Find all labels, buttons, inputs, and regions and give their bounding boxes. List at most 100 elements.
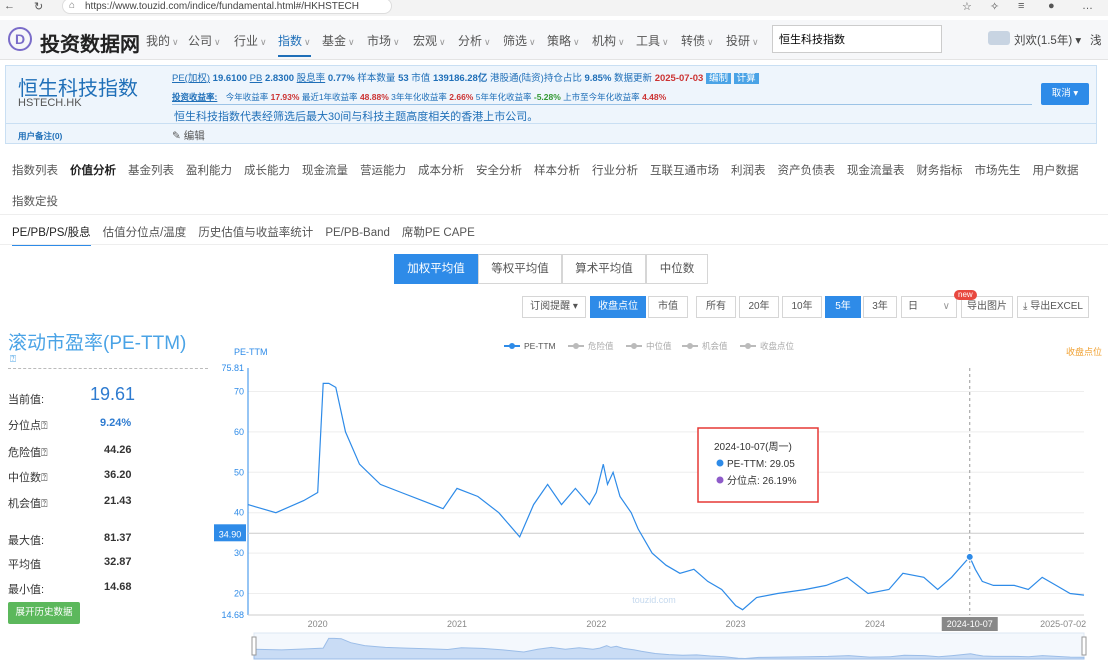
- logo-icon[interactable]: D: [8, 27, 32, 51]
- tooltip-marker: [716, 459, 724, 467]
- search-input[interactable]: [772, 25, 942, 53]
- tabs-secondary: PE/PB/PS/股息 估值分位点/温度 历史估值与收益率统计 PE/PB-Band 席…: [12, 224, 475, 246]
- brand-name[interactable]: 投资数据网: [40, 28, 140, 57]
- nav-index[interactable]: 指数 ∨: [278, 32, 311, 57]
- tab-user-data[interactable]: 用户数据: [1033, 165, 1079, 177]
- tab-growth[interactable]: 成长能力: [244, 165, 290, 177]
- tab-index-list[interactable]: 指数列表: [12, 165, 58, 177]
- pe-chart[interactable]: PE-TTM 收盘点位PE-TTM 危险值 中位值 机会值 收盘点位20304050607…: [214, 335, 1108, 662]
- help-icon: ⍰: [41, 447, 48, 459]
- y-tick-label: 30: [234, 548, 244, 558]
- divider: [6, 123, 1096, 124]
- subscribe-button[interactable]: 订阅提醒 ▾: [522, 296, 586, 318]
- pe-ttm-line: [247, 382, 1085, 611]
- tab-history-stats[interactable]: 历史估值与收益率统计: [198, 227, 313, 239]
- nav-my[interactable]: 我的 ∨: [146, 32, 179, 49]
- nav-fund[interactable]: 基金 ∨: [322, 32, 355, 49]
- nav-company[interactable]: 公司 ∨: [188, 32, 221, 49]
- y-tick-label: 70: [234, 386, 244, 396]
- pencil-icon: ✎: [172, 130, 181, 142]
- tab-fin-indicators[interactable]: 财务指标: [917, 165, 963, 177]
- tab-cape[interactable]: 席勒PE CAPE: [402, 227, 475, 239]
- tab-sample[interactable]: 样本分析: [534, 165, 580, 177]
- tab-mr-market[interactable]: 市场先生: [975, 165, 1021, 177]
- nav-convertible[interactable]: 转债 ∨: [681, 32, 714, 49]
- avatar[interactable]: [988, 31, 1010, 45]
- edit-badge[interactable]: 编制: [705, 73, 731, 84]
- tab-cashflow[interactable]: 现金流量: [302, 165, 348, 177]
- max-label: 最大值:: [8, 535, 45, 547]
- danger-label[interactable]: 危险值⍰: [8, 444, 48, 460]
- tooltip-date: 2024-10-07(周一): [714, 441, 792, 453]
- divider: [8, 368, 208, 369]
- help-icon[interactable]: ⍰: [10, 354, 16, 365]
- nav-industry[interactable]: 行业 ∨: [234, 32, 267, 49]
- back-icon[interactable]: ←: [4, 0, 15, 12]
- profile-icon[interactable]: ●: [1048, 0, 1055, 12]
- extensions-icon[interactable]: ✧: [990, 0, 999, 13]
- export-excel-button[interactable]: ⤓ 导出EXCEL: [1017, 296, 1089, 318]
- tab-balance[interactable]: 资产负债表: [778, 165, 836, 177]
- median-button[interactable]: 中位数: [646, 254, 708, 284]
- range-5y-button[interactable]: 5年: [825, 296, 861, 318]
- collections-icon[interactable]: ≡: [1018, 0, 1024, 12]
- tab-operation[interactable]: 营运能力: [360, 165, 406, 177]
- avg-label: 平均值: [8, 559, 41, 571]
- reload-icon[interactable]: ↻: [34, 0, 43, 13]
- nav-market[interactable]: 市场 ∨: [367, 32, 400, 49]
- tab-income[interactable]: 利润表: [731, 165, 766, 177]
- period-select[interactable]: 日 ∨: [901, 296, 957, 318]
- nav-institution[interactable]: 机构 ∨: [592, 32, 625, 49]
- tab-safety[interactable]: 安全分析: [476, 165, 522, 177]
- nav-strategy[interactable]: 策略 ∨: [547, 32, 580, 49]
- divider: [172, 104, 1032, 105]
- mcap-button[interactable]: 市值: [648, 296, 688, 318]
- tab-band[interactable]: PE/PB-Band: [325, 227, 390, 239]
- header-extra[interactable]: 浅: [1090, 32, 1102, 48]
- avg-equal-button[interactable]: 等权平均值: [478, 254, 562, 284]
- tab-value-analysis[interactable]: 价值分析: [70, 165, 116, 177]
- tab-cost[interactable]: 成本分析: [418, 165, 464, 177]
- new-badge: new: [954, 290, 977, 300]
- tab-cashflow-statement[interactable]: 现金流量表: [847, 165, 905, 177]
- avg-arith-button[interactable]: 算术平均值: [562, 254, 646, 284]
- nav-research[interactable]: 投研 ∨: [726, 32, 759, 49]
- address-bar[interactable]: ⌂ https://www.touzid.com/indice/fundamen…: [62, 0, 392, 14]
- legend-item: 危险值: [588, 341, 614, 351]
- cursor-point: [965, 552, 974, 561]
- tooltip-marker: [716, 476, 724, 484]
- chance-label[interactable]: 机会值⍰: [8, 495, 48, 511]
- more-icon[interactable]: …: [1082, 0, 1093, 12]
- edit-note-button[interactable]: ✎ 编辑: [172, 128, 205, 143]
- user-name[interactable]: 刘欢(1.5年) ▾: [1014, 32, 1081, 48]
- tab-auto-invest[interactable]: 指数定投: [12, 193, 58, 209]
- calc-badge[interactable]: 计算: [733, 73, 759, 84]
- cancel-button[interactable]: 取消 ▾: [1041, 83, 1089, 105]
- tab-fund-list[interactable]: 基金列表: [128, 165, 174, 177]
- nav-tools[interactable]: 工具 ∨: [636, 32, 669, 49]
- tab-profitability[interactable]: 盈利能力: [186, 165, 232, 177]
- tooltip-percentile: 分位点: 26.19%: [727, 474, 797, 487]
- user-note-label[interactable]: 用户备注(0): [18, 130, 62, 142]
- nav-analysis[interactable]: 分析 ∨: [458, 32, 491, 49]
- range-10y-button[interactable]: 10年: [782, 296, 822, 318]
- site-header: D 投资数据网 我的 ∨ 公司 ∨ 行业 ∨ 指数 ∨ 基金 ∨ 市场 ∨ 宏观 ∨ 分析 ∨ …: [0, 20, 1108, 60]
- legend-marker: [745, 343, 751, 349]
- percentile-label[interactable]: 分位点⍰: [8, 417, 48, 433]
- range-20y-button[interactable]: 20年: [739, 296, 779, 318]
- expand-history-button[interactable]: 展开历史数据: [8, 602, 80, 624]
- tab-connect[interactable]: 互联互通市场: [650, 165, 719, 177]
- tab-percentile[interactable]: 估值分位点/温度: [103, 227, 187, 239]
- favorite-icon[interactable]: ☆: [962, 0, 972, 13]
- median-label[interactable]: 中位数⍰: [8, 469, 48, 485]
- range-all-button[interactable]: 所有: [696, 296, 736, 318]
- returns-row: 投资收益率: 今年收益率 17.93% 最近1年收益率 48.88% 3年年化收…: [172, 92, 667, 102]
- avg-weighted-button[interactable]: 加权平均值: [394, 254, 478, 284]
- nav-filter[interactable]: 筛选 ∨: [503, 32, 536, 49]
- nav-macro[interactable]: 宏观 ∨: [413, 32, 446, 49]
- range-3y-button[interactable]: 3年: [863, 296, 897, 318]
- close-price-button[interactable]: 收盘点位: [590, 296, 646, 318]
- range-handle-right[interactable]: [1081, 636, 1087, 656]
- tab-industry[interactable]: 行业分析: [592, 165, 638, 177]
- range-handle-left[interactable]: [251, 636, 257, 656]
